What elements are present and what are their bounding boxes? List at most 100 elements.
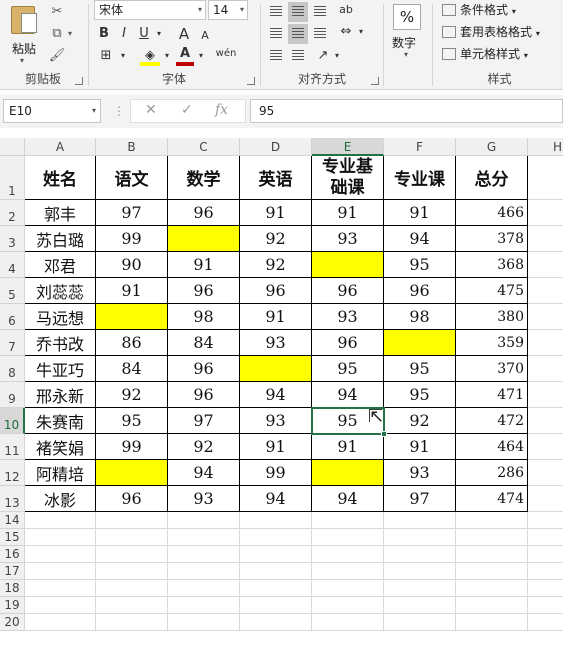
cell-a14[interactable]	[25, 512, 96, 529]
underline-button[interactable]: U	[136, 24, 152, 44]
cell-d1[interactable]: 英语	[240, 156, 312, 200]
phonetic-button[interactable]: wén	[212, 44, 240, 64]
cell-f10[interactable]: 92	[384, 408, 456, 434]
cell-a15[interactable]	[25, 529, 96, 546]
cell-f15[interactable]	[384, 529, 456, 546]
cell-f17[interactable]	[384, 563, 456, 580]
row-header-6[interactable]: 6	[0, 304, 25, 330]
cell-d15[interactable]	[240, 529, 312, 546]
cell-h19[interactable]	[528, 597, 563, 614]
cell-f3[interactable]: 94	[384, 226, 456, 252]
row-header-14[interactable]: 14	[0, 512, 25, 529]
cell-c2[interactable]: 96	[168, 200, 240, 226]
cell-e19[interactable]	[312, 597, 384, 614]
cell-h8[interactable]	[528, 356, 563, 382]
cell-g14[interactable]	[456, 512, 528, 529]
middle-align-button[interactable]	[288, 2, 308, 22]
enter-icon[interactable]: ✓	[181, 102, 193, 118]
cell-g9[interactable]: 471	[456, 382, 528, 408]
cell-g6[interactable]: 380	[456, 304, 528, 330]
cell-f9[interactable]: 95	[384, 382, 456, 408]
cell-b4[interactable]: 90	[96, 252, 168, 278]
row-header-1[interactable]: 1	[0, 156, 25, 200]
row-header-16[interactable]: 16	[0, 546, 25, 563]
cell-g1[interactable]: 总分	[456, 156, 528, 200]
cut-button[interactable]: ✂	[46, 2, 68, 22]
underline-dropdown[interactable]: ▾	[154, 24, 164, 44]
cell-e6[interactable]: 93	[312, 304, 384, 330]
cell-a7[interactable]: 乔书改	[25, 330, 96, 356]
cell-g3[interactable]: 378	[456, 226, 528, 252]
cell-d18[interactable]	[240, 580, 312, 597]
cell-e10[interactable]: 95	[312, 408, 384, 434]
cell-e1[interactable]: 专业基 础课	[312, 156, 384, 200]
cell-g7[interactable]: 359	[456, 330, 528, 356]
row-header-15[interactable]: 15	[0, 529, 25, 546]
dialog-launcher-icon[interactable]	[247, 77, 255, 85]
cell-f19[interactable]	[384, 597, 456, 614]
left-align-button[interactable]	[266, 24, 286, 44]
row-header-13[interactable]: 13	[0, 486, 25, 512]
cell-g18[interactable]	[456, 580, 528, 597]
cell-e20[interactable]	[312, 614, 384, 631]
cell-f12[interactable]: 93	[384, 460, 456, 486]
cell-a12[interactable]: 阿精培	[25, 460, 96, 486]
cell-e5[interactable]: 96	[312, 278, 384, 304]
cell-a9[interactable]: 邢永新	[25, 382, 96, 408]
cell-f20[interactable]	[384, 614, 456, 631]
font-name-select[interactable]: 宋体 ▾	[94, 0, 206, 20]
cell-b5[interactable]: 91	[96, 278, 168, 304]
cell-d8[interactable]	[240, 356, 312, 382]
cell-g19[interactable]	[456, 597, 528, 614]
cell-d7[interactable]: 93	[240, 330, 312, 356]
row-header-19[interactable]: 19	[0, 597, 25, 614]
cell-h1[interactable]	[528, 156, 563, 200]
cell-g17[interactable]	[456, 563, 528, 580]
orientation-button[interactable]: ↗	[314, 46, 332, 66]
copy-dropdown[interactable]: ▾	[64, 24, 76, 44]
cell-g8[interactable]: 370	[456, 356, 528, 382]
font-color-button[interactable]: A	[176, 46, 194, 66]
row-header-11[interactable]: 11	[0, 434, 25, 460]
cell-c7[interactable]: 84	[168, 330, 240, 356]
wrap-text-button[interactable]: ab	[336, 0, 356, 20]
cell-d17[interactable]	[240, 563, 312, 580]
cell-e13[interactable]: 94	[312, 486, 384, 512]
cell-b10[interactable]: 95	[96, 408, 168, 434]
cell-a4[interactable]: 邓君	[25, 252, 96, 278]
cell-h9[interactable]	[528, 382, 563, 408]
dialog-launcher-icon[interactable]	[75, 77, 83, 85]
cell-f4[interactable]: 95	[384, 252, 456, 278]
cell-a8[interactable]: 牛亚巧	[25, 356, 96, 382]
cell-b12[interactable]	[96, 460, 168, 486]
cell-g5[interactable]: 475	[456, 278, 528, 304]
italic-button[interactable]: I	[116, 24, 132, 44]
number-group[interactable]: % 数字 ▾	[384, 0, 430, 90]
cell-e2[interactable]: 91	[312, 200, 384, 226]
cell-d6[interactable]: 91	[240, 304, 312, 330]
cell-h20[interactable]	[528, 614, 563, 631]
cell-c9[interactable]: 96	[168, 382, 240, 408]
cell-g2[interactable]: 466	[456, 200, 528, 226]
cell-b11[interactable]: 99	[96, 434, 168, 460]
cell-h2[interactable]	[528, 200, 563, 226]
column-header-g[interactable]: G	[456, 138, 528, 156]
cell-d5[interactable]: 96	[240, 278, 312, 304]
cell-a13[interactable]: 冰影	[25, 486, 96, 512]
fill-color-dropdown[interactable]: ▾	[162, 46, 172, 66]
cancel-icon[interactable]: ✕	[145, 102, 157, 118]
cell-c17[interactable]	[168, 563, 240, 580]
cell-g13[interactable]: 474	[456, 486, 528, 512]
cell-c16[interactable]	[168, 546, 240, 563]
cell-c1[interactable]: 数学	[168, 156, 240, 200]
cell-h10[interactable]	[528, 408, 563, 434]
font-size-select[interactable]: 14 ▾	[208, 0, 248, 20]
cell-h16[interactable]	[528, 546, 563, 563]
row-header-3[interactable]: 3	[0, 226, 25, 252]
row-header-5[interactable]: 5	[0, 278, 25, 304]
column-header-f[interactable]: F	[384, 138, 456, 156]
cell-d10[interactable]: 93	[240, 408, 312, 434]
right-align-button[interactable]	[310, 24, 330, 44]
row-header-8[interactable]: 8	[0, 356, 25, 382]
cell-c15[interactable]	[168, 529, 240, 546]
